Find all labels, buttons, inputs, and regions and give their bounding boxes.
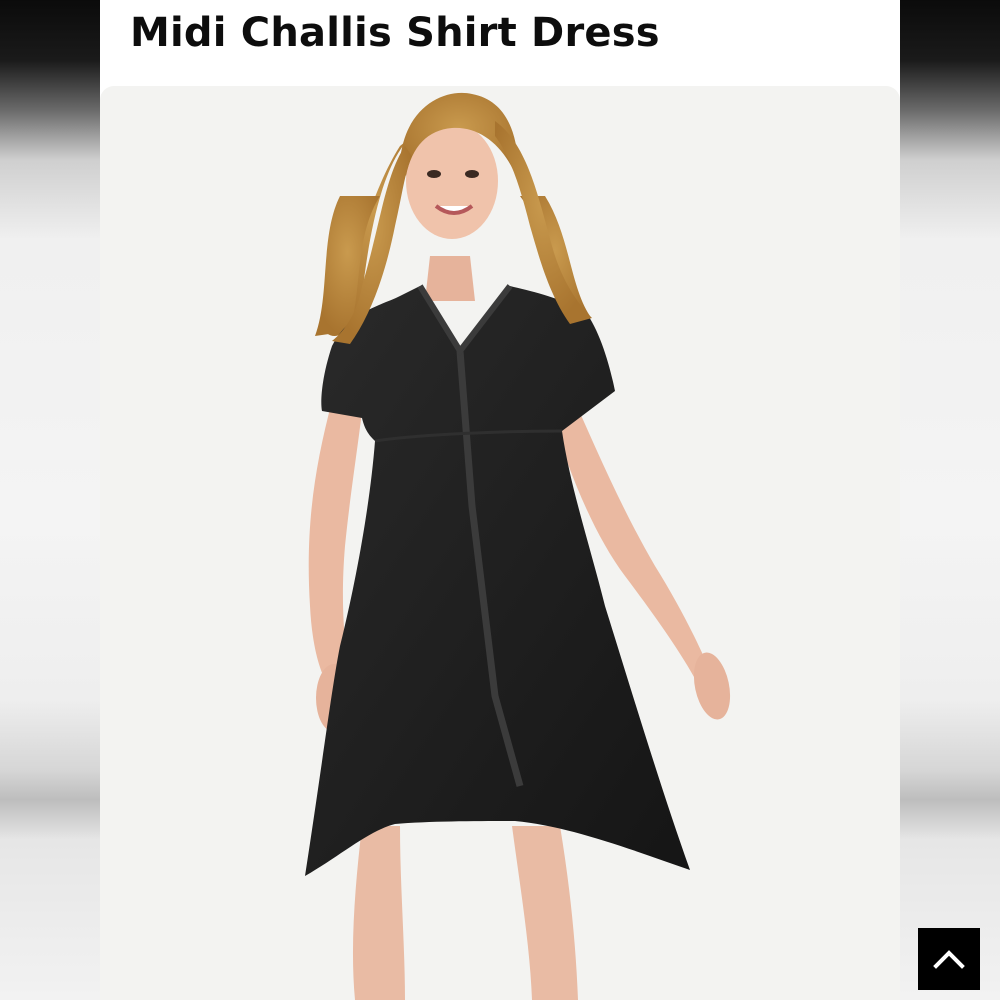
backdrop-right (900, 0, 1000, 1000)
product-photo[interactable] (100, 86, 900, 1000)
product-panel: Midi Challis Shirt Dress (100, 0, 980, 1000)
backdrop-left (0, 0, 100, 1000)
scroll-to-top-button[interactable] (918, 928, 980, 990)
model-illustration (305, 92, 731, 1000)
chevron-up-icon (933, 950, 965, 969)
product-title: Midi Challis Shirt Dress (130, 10, 660, 56)
